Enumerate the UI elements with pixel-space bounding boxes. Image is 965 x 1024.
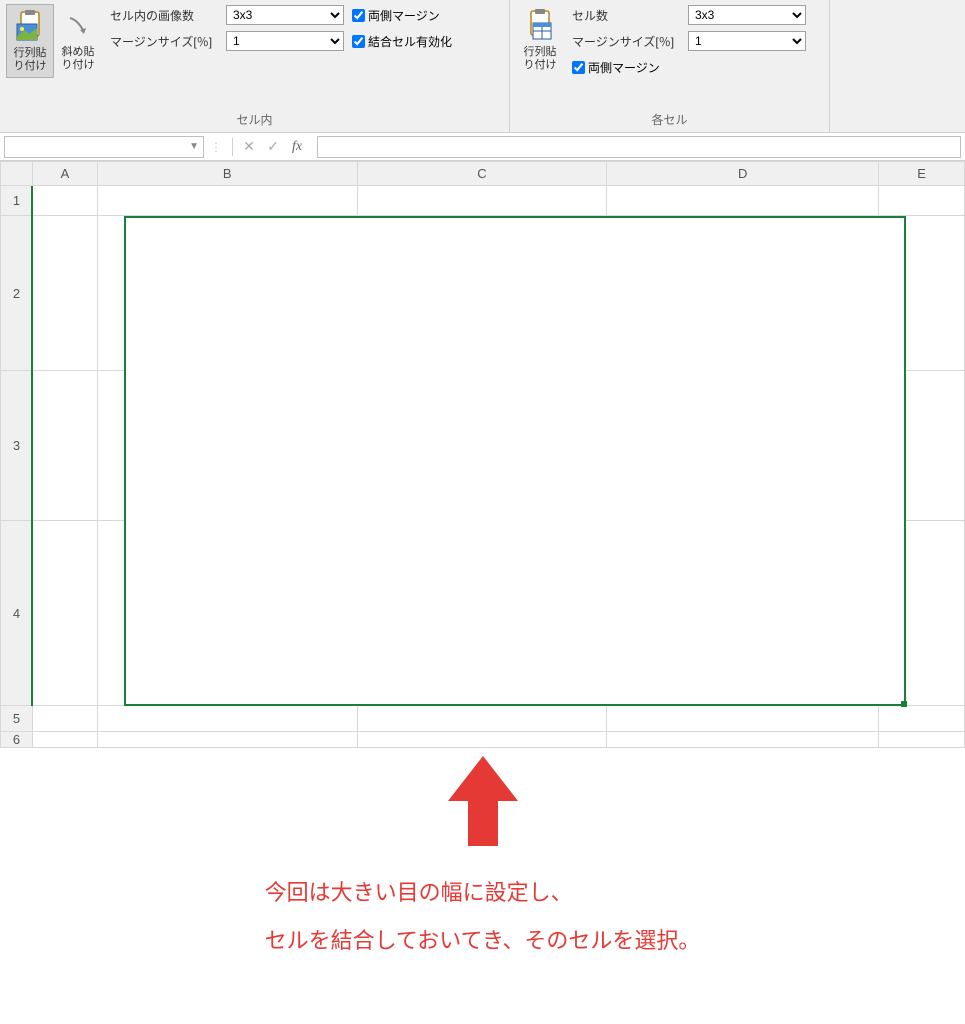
- margin-size-select-2[interactable]: 1: [688, 31, 806, 51]
- cell[interactable]: [879, 186, 965, 216]
- col-header-b[interactable]: B: [97, 162, 357, 186]
- images-count-select[interactable]: 3x3: [226, 5, 344, 25]
- divider-dots-icon: ⋮: [204, 140, 228, 154]
- name-box[interactable]: ▼: [4, 136, 204, 158]
- cell[interactable]: [97, 732, 357, 748]
- cell[interactable]: [32, 186, 97, 216]
- cell[interactable]: [32, 706, 97, 732]
- cell[interactable]: [607, 216, 879, 371]
- cell[interactable]: [357, 186, 607, 216]
- col-header-c[interactable]: C: [357, 162, 607, 186]
- active-row-indicator: [31, 186, 33, 706]
- group1-label: セル内: [0, 109, 509, 132]
- cell[interactable]: [32, 521, 97, 706]
- cell[interactable]: [97, 216, 357, 371]
- group2-label: 各セル: [510, 109, 829, 132]
- paste-diagonal-label: 斜め貼 り付け: [62, 46, 95, 72]
- cell[interactable]: [607, 732, 879, 748]
- cell[interactable]: [879, 371, 965, 521]
- select-all-corner[interactable]: [1, 162, 33, 186]
- cell[interactable]: [97, 186, 357, 216]
- cell[interactable]: [607, 186, 879, 216]
- sheet-area: A B C D E 1 2 3 4 5 6: [0, 161, 965, 748]
- ribbon-group-each-cell: 行列貼 り付け セル数 3x3 マージンサイズ[％] 1: [510, 0, 830, 132]
- cells-count-label: セル数: [572, 7, 688, 24]
- col-header-a[interactable]: A: [32, 162, 97, 186]
- paste-row-col-label: 行列貼 り付け: [14, 47, 47, 73]
- row-header-2[interactable]: 2: [1, 216, 33, 371]
- cell[interactable]: [357, 216, 607, 371]
- cell[interactable]: [357, 706, 607, 732]
- margin-size-select[interactable]: 1: [226, 31, 344, 51]
- col-header-d[interactable]: D: [607, 162, 879, 186]
- fx-button[interactable]: fx: [285, 139, 309, 155]
- both-margin-label: 両側マージン: [368, 7, 440, 24]
- col-header-e[interactable]: E: [879, 162, 965, 186]
- row-header-6[interactable]: 6: [1, 732, 33, 748]
- cells-count-select[interactable]: 3x3: [688, 5, 806, 25]
- images-count-label: セル内の画像数: [110, 7, 226, 24]
- both-margin-checkbox[interactable]: 両側マージン: [352, 7, 440, 24]
- merge-cell-checkbox[interactable]: 結合セル有効化: [352, 33, 452, 50]
- name-box-dropdown-icon[interactable]: ▼: [189, 141, 199, 152]
- cell[interactable]: [607, 706, 879, 732]
- both-margin-input[interactable]: [352, 9, 365, 22]
- annotation: 今回は大きい目の幅に設定し、 セルを結合しておいてき、そのセルを選択。: [0, 756, 965, 966]
- formula-input[interactable]: [317, 136, 961, 158]
- cell[interactable]: [97, 706, 357, 732]
- cell[interactable]: [357, 371, 607, 521]
- row-header-3[interactable]: 3: [1, 371, 33, 521]
- ribbon-group-cell-inside: 行列貼 り付け 斜め貼 り付け セル内の画像数 3x3: [0, 0, 510, 132]
- annotation-line-1: 今回は大きい目の幅に設定し、: [265, 869, 701, 917]
- cell[interactable]: [879, 732, 965, 748]
- both-margin-checkbox-2[interactable]: 両側マージン: [572, 59, 660, 76]
- row-header-5[interactable]: 5: [1, 706, 33, 732]
- cell[interactable]: [879, 521, 965, 706]
- clipboard-grid-icon: [524, 8, 556, 44]
- both-margin-label-2: 両側マージン: [588, 59, 660, 76]
- row-header-1[interactable]: 1: [1, 186, 33, 216]
- cell[interactable]: [32, 216, 97, 371]
- annotation-line-2: セルを結合しておいてき、そのセルを選択。: [265, 917, 701, 965]
- cell[interactable]: [879, 706, 965, 732]
- cell[interactable]: [32, 732, 97, 748]
- margin-size-label: マージンサイズ[％]: [110, 33, 226, 50]
- both-margin-input-2[interactable]: [572, 61, 585, 74]
- clipboard-image-icon: [14, 9, 46, 45]
- paste-row-col-button-2[interactable]: 行列貼 り付け: [516, 4, 564, 76]
- merge-cell-label: 結合セル有効化: [368, 33, 452, 50]
- cell[interactable]: [607, 371, 879, 521]
- up-arrow-icon: [448, 756, 518, 849]
- row-header-4[interactable]: 4: [1, 521, 33, 706]
- spreadsheet-grid[interactable]: A B C D E 1 2 3 4 5 6: [0, 161, 965, 748]
- cell[interactable]: [357, 521, 607, 706]
- cell[interactable]: [97, 521, 357, 706]
- diagonal-arrow-icon: [62, 8, 94, 44]
- paste-row-col-button[interactable]: 行列貼 り付け: [6, 4, 54, 78]
- cell[interactable]: [357, 732, 607, 748]
- margin-size-label-2: マージンサイズ[％]: [572, 33, 688, 50]
- accept-formula-button[interactable]: ✓: [261, 138, 285, 155]
- ribbon: 行列貼 り付け 斜め貼 り付け セル内の画像数 3x3: [0, 0, 965, 133]
- paste-diagonal-button[interactable]: 斜め貼 り付け: [54, 4, 102, 76]
- cell[interactable]: [607, 521, 879, 706]
- cell[interactable]: [97, 371, 357, 521]
- cell[interactable]: [879, 216, 965, 371]
- cancel-formula-button[interactable]: ✕: [237, 138, 261, 155]
- paste-row-col-label-2: 行列貼 り付け: [524, 46, 557, 72]
- merge-cell-input[interactable]: [352, 35, 365, 48]
- formula-bar: ▼ ⋮ ✕ ✓ fx: [0, 133, 965, 161]
- cell[interactable]: [32, 371, 97, 521]
